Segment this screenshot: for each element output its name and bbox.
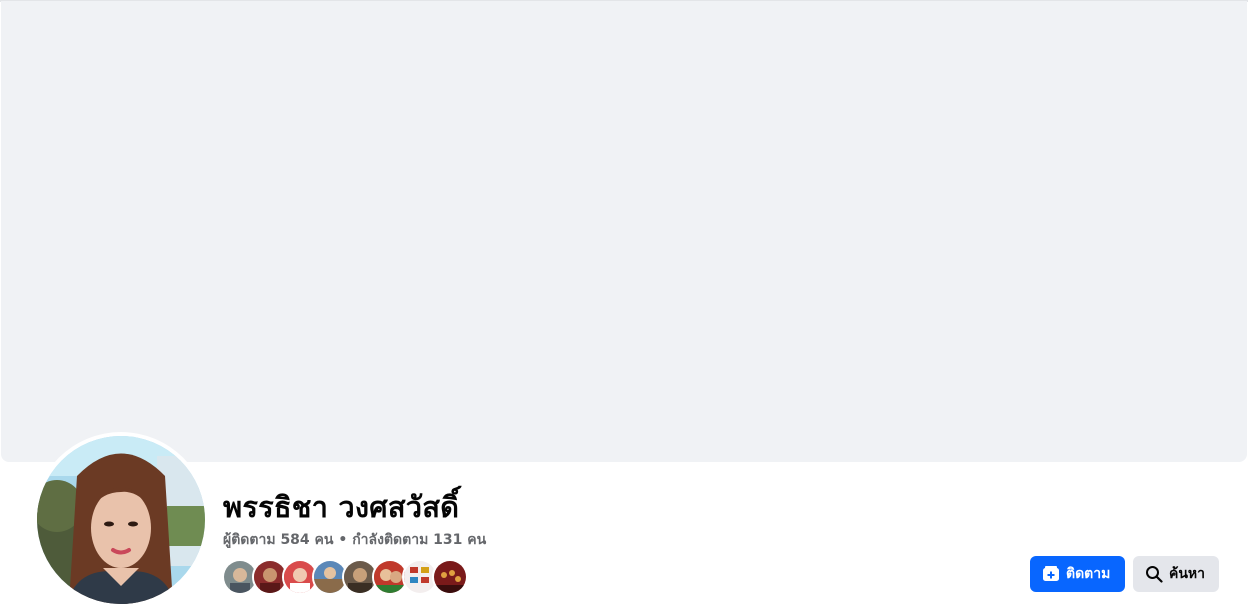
profile-picture[interactable] (33, 432, 209, 607)
profile-picture-image (37, 436, 205, 604)
profile-page: พรรธิชา วงศสวัสดิ์ ผู้ติดตาม 584 คน • กำ… (0, 0, 1248, 607)
stats-separator: • (333, 532, 353, 548)
follower-avatars (222, 559, 468, 595)
followers-count-link[interactable]: ผู้ติดตาม 584 คน (223, 532, 333, 548)
search-icon (1145, 565, 1163, 583)
follow-button[interactable]: ติดตาม (1030, 556, 1125, 592)
following-count-link[interactable]: กำลังติดตาม 131 คน (352, 532, 486, 548)
follower-avatar-8[interactable] (432, 559, 468, 595)
search-button[interactable]: ค้นหา (1133, 556, 1219, 592)
follow-stats: ผู้ติดตาม 584 คน • กำลังติดตาม 131 คน (223, 529, 486, 551)
cover-photo[interactable] (1, 1, 1247, 462)
profile-name: พรรธิชา วงศสวัสดิ์ (223, 490, 460, 524)
search-button-label: ค้นหา (1169, 566, 1206, 582)
follow-button-label: ติดตาม (1066, 566, 1111, 582)
add-friend-icon (1042, 565, 1060, 583)
